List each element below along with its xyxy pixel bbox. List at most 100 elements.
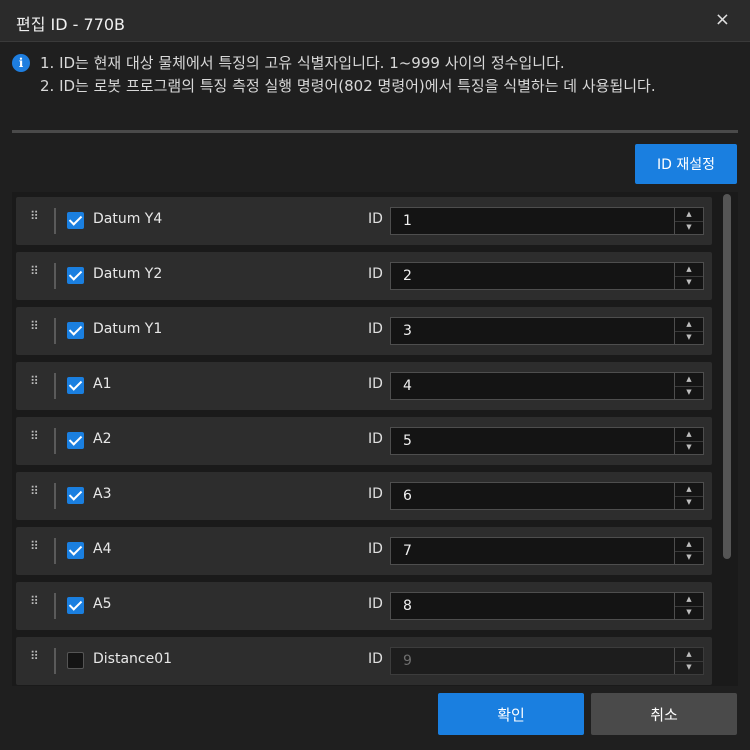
- id-label: ID: [368, 651, 383, 667]
- id-spinbox[interactable]: 2 ▲ ▼: [390, 262, 704, 290]
- id-label: ID: [368, 596, 383, 612]
- drag-handle-icon[interactable]: ⠿: [30, 320, 40, 341]
- feature-row: ⠿ Datum Y2 ID 2 ▲ ▼: [16, 252, 712, 300]
- increment-arrow-icon[interactable]: ▲: [675, 593, 703, 607]
- feature-row: ⠿ A3 ID 6 ▲ ▼: [16, 472, 712, 520]
- id-spinbox[interactable]: 3 ▲ ▼: [390, 317, 704, 345]
- decrement-arrow-icon[interactable]: ▼: [675, 606, 703, 619]
- info-line-1: 1. ID는 현재 대상 물체에서 특징의 고유 식별자입니다. 1~999 사…: [40, 54, 565, 72]
- increment-arrow-icon[interactable]: ▲: [675, 208, 703, 222]
- feature-checkbox[interactable]: [67, 432, 84, 449]
- id-value[interactable]: 7: [403, 543, 412, 559]
- feature-checkbox[interactable]: [67, 542, 84, 559]
- feature-row: ⠿ Distance01 ID 9 ▲ ▼: [16, 637, 712, 685]
- row-separator: [54, 318, 56, 344]
- decrement-arrow-icon[interactable]: ▼: [675, 331, 703, 344]
- spin-arrows: ▲ ▼: [674, 648, 703, 674]
- feature-checkbox[interactable]: [67, 597, 84, 614]
- feature-row: ⠿ Datum Y1 ID 3 ▲ ▼: [16, 307, 712, 355]
- spin-arrows: ▲ ▼: [674, 318, 703, 344]
- decrement-arrow-icon[interactable]: ▼: [675, 221, 703, 234]
- row-separator: [54, 648, 56, 674]
- id-label: ID: [368, 266, 383, 282]
- drag-handle-icon[interactable]: ⠿: [30, 540, 40, 561]
- increment-arrow-icon[interactable]: ▲: [675, 263, 703, 277]
- increment-arrow-icon[interactable]: ▲: [675, 373, 703, 387]
- decrement-arrow-icon[interactable]: ▼: [675, 551, 703, 564]
- row-separator: [54, 538, 56, 564]
- decrement-arrow-icon[interactable]: ▼: [675, 496, 703, 509]
- id-value[interactable]: 1: [403, 213, 412, 229]
- drag-handle-icon[interactable]: ⠿: [30, 430, 40, 451]
- id-spinbox[interactable]: 5 ▲ ▼: [390, 427, 704, 455]
- drag-handle-icon[interactable]: ⠿: [30, 265, 40, 286]
- feature-checkbox[interactable]: [67, 377, 84, 394]
- id-value[interactable]: 3: [403, 323, 412, 339]
- info-text: 1. ID는 현재 대상 물체에서 특징의 고유 식별자입니다. 1~999 사…: [40, 52, 720, 98]
- id-label: ID: [368, 211, 383, 227]
- feature-checkbox[interactable]: [67, 652, 84, 669]
- drag-handle-icon[interactable]: ⠿: [30, 485, 40, 506]
- row-separator: [54, 428, 56, 454]
- drag-handle-icon[interactable]: ⠿: [30, 595, 40, 616]
- feature-checkbox[interactable]: [67, 322, 84, 339]
- id-value[interactable]: 2: [403, 268, 412, 284]
- feature-checkbox[interactable]: [67, 267, 84, 284]
- info-icon: i: [12, 54, 30, 72]
- feature-checkbox[interactable]: [67, 487, 84, 504]
- feature-name: Datum Y2: [93, 266, 163, 282]
- id-spinbox[interactable]: 6 ▲ ▼: [390, 482, 704, 510]
- increment-arrow-icon[interactable]: ▲: [675, 538, 703, 552]
- spin-arrows: ▲ ▼: [674, 483, 703, 509]
- drag-handle-icon[interactable]: ⠿: [30, 650, 40, 671]
- feature-row: ⠿ A4 ID 7 ▲ ▼: [16, 527, 712, 575]
- spin-arrows: ▲ ▼: [674, 263, 703, 289]
- title-bar: 편집 ID - 770B ×: [0, 0, 750, 42]
- close-icon[interactable]: ×: [715, 10, 730, 30]
- feature-name: A2: [93, 431, 112, 447]
- increment-arrow-icon[interactable]: ▲: [675, 648, 703, 662]
- id-value[interactable]: 8: [403, 598, 412, 614]
- spin-arrows: ▲ ▼: [674, 593, 703, 619]
- id-label: ID: [368, 376, 383, 392]
- id-value[interactable]: 6: [403, 488, 412, 504]
- scrollbar[interactable]: [722, 194, 732, 684]
- drag-handle-icon[interactable]: ⠿: [30, 375, 40, 396]
- feature-row: ⠿ A5 ID 8 ▲ ▼: [16, 582, 712, 630]
- id-value: 9: [403, 653, 412, 669]
- spin-arrows: ▲ ▼: [674, 208, 703, 234]
- feature-list: ⠿ Datum Y4 ID 1 ▲ ▼ ⠿ Datum Y2 ID 2 ▲ ▼ ⠿ Datum Y1 ID 3…: [12, 192, 738, 686]
- drag-handle-icon[interactable]: ⠿: [30, 210, 40, 231]
- id-spinbox[interactable]: 8 ▲ ▼: [390, 592, 704, 620]
- feature-name: A1: [93, 376, 112, 392]
- edit-id-dialog: 편집 ID - 770B × i 1. ID는 현재 대상 물체에서 특징의 고…: [0, 0, 750, 750]
- row-separator: [54, 483, 56, 509]
- feature-row: ⠿ A2 ID 5 ▲ ▼: [16, 417, 712, 465]
- id-value[interactable]: 5: [403, 433, 412, 449]
- feature-checkbox[interactable]: [67, 212, 84, 229]
- decrement-arrow-icon[interactable]: ▼: [675, 386, 703, 399]
- feature-row: ⠿ Datum Y4 ID 1 ▲ ▼: [16, 197, 712, 245]
- feature-name: A4: [93, 541, 112, 557]
- feature-name: Datum Y1: [93, 321, 163, 337]
- increment-arrow-icon[interactable]: ▲: [675, 483, 703, 497]
- increment-arrow-icon[interactable]: ▲: [675, 428, 703, 442]
- reset-id-button[interactable]: ID 재설정: [635, 144, 737, 184]
- feature-name: A5: [93, 596, 112, 612]
- ok-button[interactable]: 확인: [438, 693, 584, 735]
- decrement-arrow-icon[interactable]: ▼: [675, 441, 703, 454]
- cancel-button[interactable]: 취소: [591, 693, 737, 735]
- id-spinbox[interactable]: 1 ▲ ▼: [390, 207, 704, 235]
- decrement-arrow-icon[interactable]: ▼: [675, 276, 703, 289]
- id-spinbox: 9 ▲ ▼: [390, 647, 704, 675]
- decrement-arrow-icon[interactable]: ▼: [675, 661, 703, 674]
- id-spinbox[interactable]: 7 ▲ ▼: [390, 537, 704, 565]
- row-separator: [54, 593, 56, 619]
- row-separator: [54, 373, 56, 399]
- row-separator: [54, 208, 56, 234]
- increment-arrow-icon[interactable]: ▲: [675, 318, 703, 332]
- scrollbar-thumb[interactable]: [723, 194, 731, 559]
- id-spinbox[interactable]: 4 ▲ ▼: [390, 372, 704, 400]
- spin-arrows: ▲ ▼: [674, 428, 703, 454]
- id-value[interactable]: 4: [403, 378, 412, 394]
